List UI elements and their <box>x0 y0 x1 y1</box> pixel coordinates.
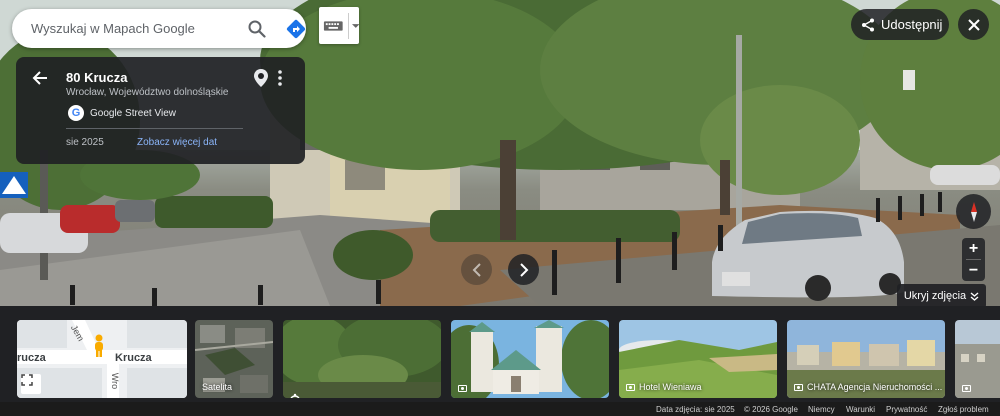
map-thumbnail[interactable]: rucza Krucza Jem Wro <box>17 320 187 398</box>
footer-privacy-link[interactable]: Prywatność <box>886 405 927 414</box>
photo-thumbnail[interactable] <box>283 320 441 398</box>
photo-garden <box>283 320 441 398</box>
hide-photos-button[interactable]: Ukryj zdjęcia <box>897 284 986 308</box>
capture-date: sie 2025 <box>66 137 104 148</box>
search-icon <box>248 20 266 38</box>
compass-icon <box>970 201 977 222</box>
directions-button[interactable] <box>283 16 309 42</box>
share-icon <box>862 18 874 31</box>
location-title: 80 Krucza <box>66 70 128 85</box>
footer-country[interactable]: Niemcy <box>808 405 835 414</box>
search-box <box>12 9 306 48</box>
panorama-icon <box>290 393 300 398</box>
chevron-right-icon <box>519 262 528 277</box>
satellite-label: Satelita <box>202 382 233 392</box>
card-divider <box>66 128 243 129</box>
image-source: G Google Street View <box>68 105 176 121</box>
keyboard-icon <box>323 20 343 31</box>
see-more-dates-link[interactable]: Zobacz więcej dat <box>137 137 217 148</box>
previous-view-button[interactable] <box>461 254 492 285</box>
close-icon <box>967 18 980 31</box>
hide-photos-label: Ukryj zdjęcia <box>903 290 967 302</box>
share-button[interactable]: Udostępnij <box>851 9 949 40</box>
chevron-down-icon[interactable] <box>351 23 359 29</box>
zoom-out-button[interactable]: − <box>962 260 985 281</box>
footer-bar: Data zdjęcia: sie 2025 © 2026 Google Nie… <box>0 402 1000 416</box>
compass-button[interactable] <box>956 194 991 229</box>
photo-church <box>451 320 609 398</box>
footer-copyright: © 2026 Google <box>744 405 798 414</box>
pegman-icon <box>95 334 103 357</box>
camera-icon <box>458 385 467 392</box>
location-pin-icon[interactable] <box>252 68 270 88</box>
footer-image-date: Data zdjęcia: sie 2025 <box>656 405 735 414</box>
photo-label: CHATA Agencja Nieruchomości ... <box>794 382 942 392</box>
directions-icon <box>286 19 306 39</box>
fullscreen-button[interactable] <box>21 374 41 394</box>
share-label: Udostępnij <box>881 17 943 32</box>
search-input[interactable] <box>31 21 231 36</box>
photo-title: Hotel Wieniawa <box>639 382 702 392</box>
camera-icon <box>962 385 971 392</box>
map-street-label-left: rucza <box>17 352 46 364</box>
photo-title: CHATA Agencja Nieruchomości ... <box>807 382 943 392</box>
fullscreen-icon <box>21 374 33 386</box>
photo-label <box>458 385 471 392</box>
image-source-label: Google Street View <box>90 107 176 119</box>
search-button[interactable] <box>244 16 270 42</box>
photo-strip: rucza Krucza Jem Wro Satelita Hotel Wien… <box>0 306 1000 402</box>
photo-thumbnail[interactable]: CHATA Agencja Nieruchomości ... <box>787 320 945 398</box>
satellite-thumbnail[interactable]: Satelita <box>195 320 273 398</box>
zoom-in-button[interactable]: + <box>962 238 985 259</box>
next-view-button[interactable] <box>508 254 539 285</box>
keyboard-tool-button[interactable] <box>319 7 359 44</box>
camera-icon <box>626 383 635 391</box>
photo-thumbnail[interactable]: Hotel Wieniawa <box>619 320 777 398</box>
photo-label: Hotel Wieniawa <box>626 382 702 392</box>
arrow-back-icon[interactable] <box>31 68 51 88</box>
location-subtitle: Wrocław, Województwo dolnośląskie <box>66 87 229 98</box>
google-logo-icon: G <box>68 105 84 121</box>
photo-thumbnail[interactable] <box>451 320 609 398</box>
keyboard-divider <box>347 12 349 39</box>
close-button[interactable] <box>958 9 989 40</box>
double-chevron-down-icon <box>970 291 979 301</box>
chevron-left-icon <box>472 262 481 277</box>
photo-thumbnail[interactable] <box>955 320 1000 398</box>
footer-report-link[interactable]: Zgłoś problem <box>938 405 989 414</box>
location-info-card: 80 Krucza Wrocław, Województwo dolnośląs… <box>16 57 305 164</box>
photo-label <box>962 385 975 392</box>
more-vert-icon[interactable] <box>274 68 286 88</box>
map-street-label-main: Krucza <box>115 352 152 364</box>
zoom-control: + − <box>962 238 985 281</box>
footer-terms-link[interactable]: Warunki <box>846 405 875 414</box>
map-street-label-right: Wro <box>110 372 121 390</box>
camera-icon <box>794 383 803 391</box>
